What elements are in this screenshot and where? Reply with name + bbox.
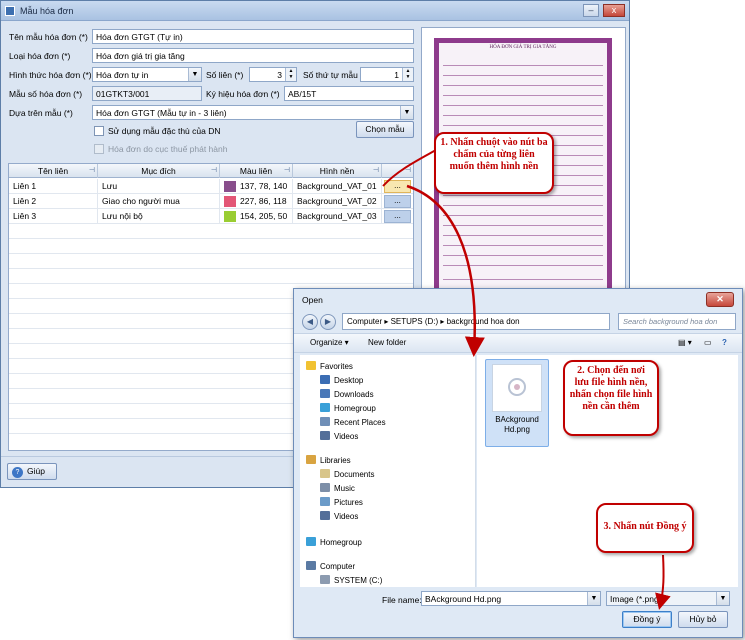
callout-step-3: 3. Nhấn nút Đồng ý xyxy=(596,503,694,553)
arrow-to-file xyxy=(406,184,485,357)
callout-step-1: 1. Nhấn chuột vào nút ba chấm của từng l… xyxy=(434,132,554,194)
arrow-to-callout-1 xyxy=(382,149,437,187)
arrow-to-ok xyxy=(655,554,671,610)
callout-step-2: 2. Chọn đến nơi lưu file hình nền, nhấn … xyxy=(563,360,659,436)
